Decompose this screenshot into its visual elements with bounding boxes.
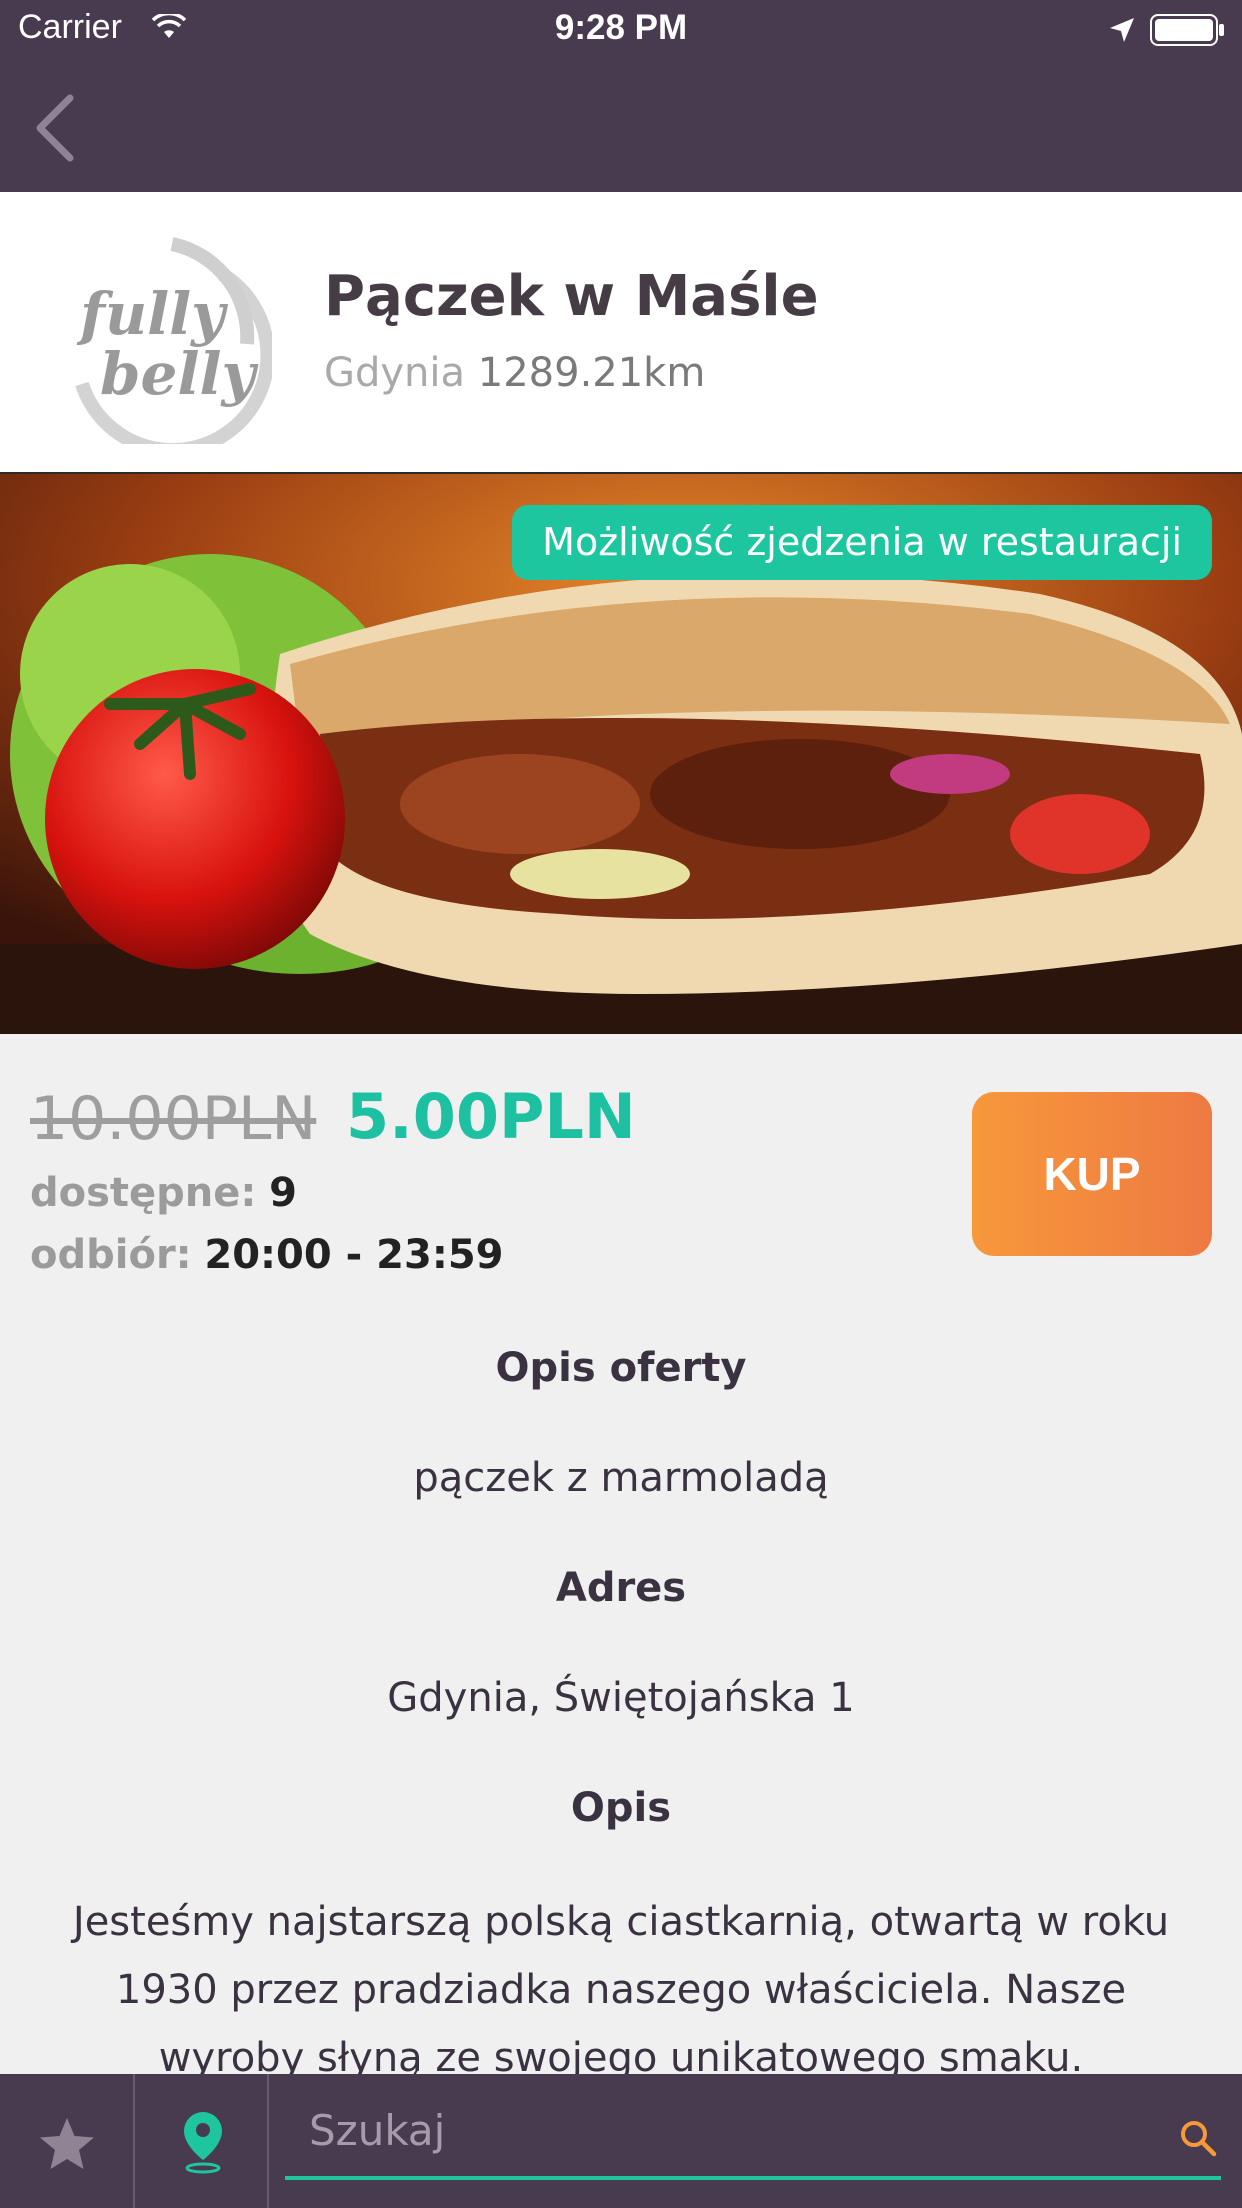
restaurant-name: Pączek w Maśle: [324, 264, 819, 329]
offer-description-heading: Opis oferty: [495, 1345, 747, 1391]
fully-belly-logo: fully belly: [75, 237, 272, 444]
address-heading: Adres: [555, 1565, 687, 1611]
restaurant-header: fully belly Pączek w Maśle Gdynia 1289.2…: [0, 192, 1242, 474]
bottom-divider: [133, 2074, 135, 2208]
search-icon[interactable]: [1178, 2118, 1218, 2158]
favorites-star-icon[interactable]: [36, 2114, 98, 2174]
battery-icon: [1150, 14, 1224, 46]
svg-text:belly: belly: [100, 340, 260, 408]
availability-row: dostępne: 9: [30, 1170, 297, 1216]
location-arrow-icon: [1110, 18, 1134, 42]
map-pin-icon[interactable]: [180, 2108, 226, 2174]
offer-description: pączek z marmoladą: [413, 1455, 829, 1501]
back-chevron-icon[interactable]: [30, 92, 80, 164]
pickup-label: odbiór:: [30, 1232, 192, 1278]
new-price: 5.00PLN: [346, 1080, 636, 1153]
availability-value: 9: [269, 1170, 297, 1216]
address-text: Gdynia, Świętojańska 1: [387, 1675, 855, 1721]
search-input[interactable]: [285, 2100, 1185, 2160]
old-price: 10.00PLN: [30, 1084, 317, 1154]
pickup-value: 20:00 - 23:59: [204, 1232, 504, 1278]
svg-text:fully: fully: [76, 280, 229, 348]
distance-label: 1289.21km: [477, 350, 706, 396]
pickup-row: odbiór: 20:00 - 23:59: [30, 1232, 504, 1278]
restaurant-location: Gdynia 1289.21km: [324, 350, 705, 396]
dine-in-badge: Możliwość zjedzenia w restauracji: [512, 505, 1212, 580]
status-time: 9:28 PM: [554, 8, 688, 47]
bottom-divider: [267, 2074, 269, 2208]
availability-label: dostępne:: [30, 1170, 257, 1216]
buy-button[interactable]: KUP: [972, 1092, 1212, 1256]
city-label: Gdynia: [324, 350, 466, 396]
description-heading: Opis: [570, 1785, 672, 1831]
search-underline: [285, 2176, 1221, 2180]
